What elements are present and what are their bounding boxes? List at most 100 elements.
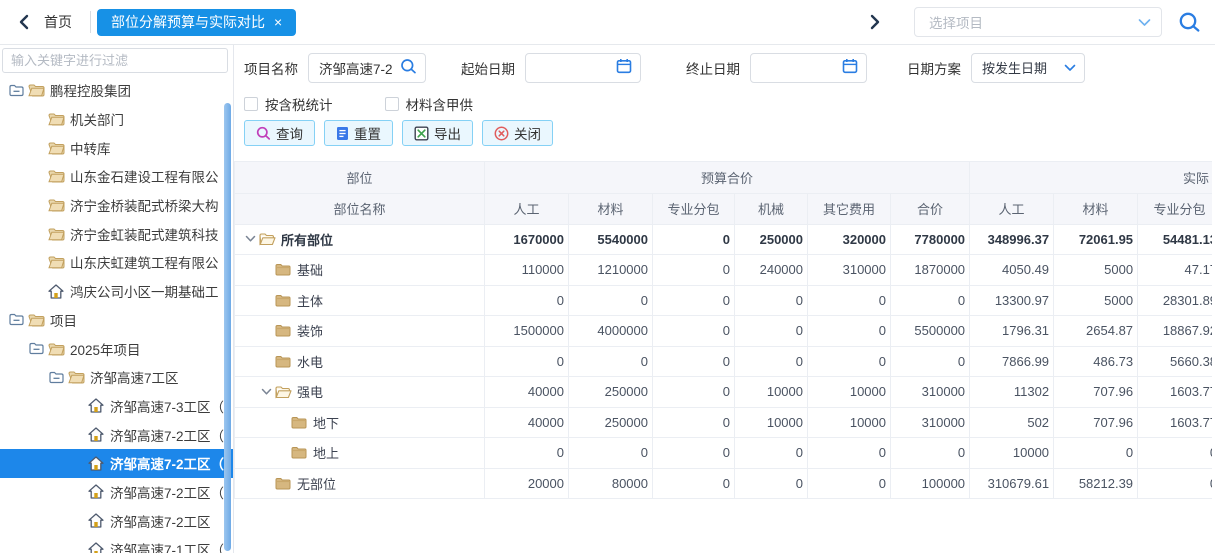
expand-chevron-icon[interactable] bbox=[243, 235, 257, 243]
tree-item[interactable]: 济宁金桥装配式桥梁大构 bbox=[0, 191, 233, 220]
column-header: 材料 bbox=[569, 193, 653, 224]
value-cell: 0 bbox=[485, 438, 569, 469]
close-button[interactable]: 关闭 bbox=[482, 120, 553, 146]
export-button[interactable]: 导出 bbox=[402, 120, 473, 146]
house-icon bbox=[88, 541, 105, 553]
end-date-input[interactable] bbox=[761, 60, 842, 75]
tree-item[interactable]: 中转库 bbox=[0, 133, 233, 162]
table-row[interactable]: 强电400002500000100001000031000011302707.9… bbox=[235, 377, 1213, 408]
date-scheme-select[interactable]: 按发生日期 bbox=[971, 53, 1085, 83]
table-row[interactable]: 地下4000025000001000010000310000502707.961… bbox=[235, 407, 1213, 438]
tax-included-checkbox[interactable] bbox=[244, 97, 258, 111]
column-header: 人工 bbox=[970, 193, 1054, 224]
value-cell: 0 bbox=[653, 316, 735, 347]
collapse-toggle-icon[interactable] bbox=[48, 369, 64, 385]
calendar-icon[interactable] bbox=[842, 58, 858, 77]
tab-active[interactable]: 部位分解预算与实际对比 × bbox=[97, 9, 296, 36]
search-icon[interactable] bbox=[400, 58, 417, 78]
value-cell: 4000000 bbox=[569, 316, 653, 347]
value-cell: 310679.61 bbox=[970, 468, 1054, 499]
tree-item[interactable]: 济邹高速7-2工区 bbox=[0, 506, 233, 535]
value-cell: 28301.89 bbox=[1138, 285, 1212, 316]
button-label: 查询 bbox=[276, 123, 303, 143]
group-header-actual: 实际 bbox=[970, 162, 1212, 193]
value-cell: 1603.77 bbox=[1138, 377, 1212, 408]
tree-item[interactable]: 鹏程控股集团 bbox=[0, 76, 233, 105]
sidebar-scrollbar[interactable] bbox=[224, 103, 231, 551]
part-name-cell[interactable]: 基础 bbox=[235, 255, 485, 286]
value-cell: 0 bbox=[1138, 468, 1212, 499]
part-name-cell[interactable]: 地上 bbox=[235, 438, 485, 469]
tree-item[interactable]: 济宁金虹装配式建筑科技 bbox=[0, 219, 233, 248]
forward-chevron-icon[interactable] bbox=[864, 11, 886, 33]
global-search-icon[interactable] bbox=[1178, 11, 1201, 34]
tree-item-label: 济邹高速7-3工区（ bbox=[110, 396, 224, 416]
chevron-down-icon[interactable] bbox=[1064, 60, 1076, 75]
tree-item[interactable]: 济邹高速7-3工区（ bbox=[0, 392, 233, 421]
tree-item-label: 济邹高速7-1工区（ bbox=[110, 539, 224, 553]
material-supplied-checkbox[interactable] bbox=[385, 97, 399, 111]
tree-item-label: 济邹高速7工区 bbox=[90, 367, 179, 387]
tree-item[interactable]: 项目 bbox=[0, 306, 233, 335]
project-select[interactable]: 选择项目 bbox=[914, 7, 1162, 37]
chevron-down-icon[interactable] bbox=[1138, 15, 1151, 30]
start-date-label: 起始日期 bbox=[461, 58, 515, 78]
expand-chevron-icon[interactable] bbox=[259, 388, 273, 396]
sidebar: 鹏程控股集团机关部门中转库山东金石建设工程有限公济宁金桥装配式桥梁大构济宁金虹装… bbox=[0, 45, 234, 553]
tree-item[interactable]: 济邹高速7-2工区（ bbox=[0, 449, 233, 478]
folder-icon bbox=[275, 324, 292, 337]
tab-close-icon[interactable]: × bbox=[274, 14, 282, 30]
table-row[interactable]: 装饰1500000400000000055000001796.312654.87… bbox=[235, 316, 1213, 347]
value-cell: 7866.99 bbox=[970, 346, 1054, 377]
table-row[interactable]: 水电0000007866.99486.735660.38 bbox=[235, 346, 1213, 377]
table-row[interactable]: 所有部位167000055400000250000320000778000034… bbox=[235, 224, 1213, 255]
value-cell: 0 bbox=[891, 285, 970, 316]
value-cell: 58212.39 bbox=[1054, 468, 1138, 499]
table-row[interactable]: 基础1100001210000024000031000018700004050.… bbox=[235, 255, 1213, 286]
material-supplied-label[interactable]: 材料含甲供 bbox=[406, 94, 474, 114]
table-row[interactable]: 地上0000001000000 bbox=[235, 438, 1213, 469]
tree-item[interactable]: 济邹高速7-2工区（ bbox=[0, 478, 233, 507]
tree-item[interactable]: 鸿庆公司小区一期基础工 bbox=[0, 277, 233, 306]
tree-item[interactable]: 2025年项目 bbox=[0, 334, 233, 363]
start-date-field[interactable] bbox=[525, 53, 641, 83]
tree-item[interactable]: 济邹高速7-1工区（ bbox=[0, 535, 233, 553]
part-name-cell[interactable]: 装饰 bbox=[235, 316, 485, 347]
collapse-toggle-icon[interactable] bbox=[8, 82, 24, 98]
part-name-cell[interactable]: 所有部位 bbox=[235, 224, 485, 255]
tax-included-label[interactable]: 按含税统计 bbox=[265, 94, 333, 114]
part-name-cell[interactable]: 水电 bbox=[235, 346, 485, 377]
tree-filter-input[interactable] bbox=[2, 48, 228, 73]
comparison-table: 部位 预算合价 实际 部位名称人工材料专业分包机械其它费用合价人工材料专业分包 … bbox=[234, 162, 1212, 499]
group-header-part: 部位 bbox=[235, 162, 485, 193]
project-name-field[interactable] bbox=[308, 53, 426, 83]
calendar-icon[interactable] bbox=[616, 58, 632, 77]
tree-item[interactable]: 山东庆虹建筑工程有限公 bbox=[0, 248, 233, 277]
collapse-toggle-icon[interactable] bbox=[28, 341, 44, 357]
tab-home[interactable]: 首页 bbox=[44, 12, 72, 32]
part-name-cell[interactable]: 主体 bbox=[235, 285, 485, 316]
part-name-cell[interactable]: 无部位 bbox=[235, 468, 485, 499]
back-chevron-icon[interactable] bbox=[12, 11, 34, 33]
query-button[interactable]: 查询 bbox=[244, 120, 315, 146]
tree-item-label: 鸿庆公司小区一期基础工 bbox=[70, 281, 219, 301]
part-name-cell[interactable]: 地下 bbox=[235, 407, 485, 438]
tree-item[interactable]: 机关部门 bbox=[0, 105, 233, 134]
table-row[interactable]: 无部位2000080000000100000310679.6158212.390 bbox=[235, 468, 1213, 499]
part-name-cell[interactable]: 强电 bbox=[235, 377, 485, 408]
folder-icon bbox=[275, 294, 292, 307]
end-date-field[interactable] bbox=[750, 53, 867, 83]
tree-item[interactable]: 济邹高速7-2工区（ bbox=[0, 420, 233, 449]
folder-icon bbox=[48, 140, 65, 156]
part-name-label: 强电 bbox=[297, 382, 323, 401]
collapse-toggle-icon[interactable] bbox=[8, 312, 24, 328]
table-row[interactable]: 主体00000013300.97500028301.89 bbox=[235, 285, 1213, 316]
value-cell: 486.73 bbox=[1054, 346, 1138, 377]
value-cell: 0 bbox=[735, 285, 808, 316]
tree-item[interactable]: 山东金石建设工程有限公 bbox=[0, 162, 233, 191]
tree-item[interactable]: 济邹高速7工区 bbox=[0, 363, 233, 392]
tree-item-label: 济邹高速7-2工区（ bbox=[110, 482, 224, 502]
start-date-input[interactable] bbox=[536, 60, 616, 75]
reset-button[interactable]: 重置 bbox=[324, 120, 393, 146]
project-name-input[interactable] bbox=[319, 60, 400, 75]
